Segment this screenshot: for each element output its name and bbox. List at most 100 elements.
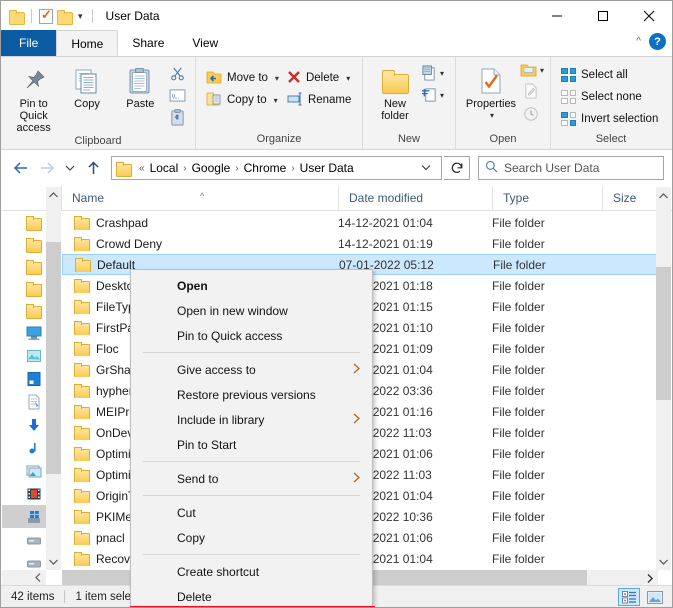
context-menu-item-delete[interactable]: Delete xyxy=(131,584,372,607)
context-menu-item-cut[interactable]: Cut xyxy=(131,500,372,525)
address-dropdown-icon[interactable] xyxy=(415,163,437,173)
tab-file[interactable]: File xyxy=(1,30,57,56)
nav-item-folder-4[interactable] xyxy=(2,277,46,299)
table-row[interactable]: Crashpad 14-12-2021 01:04 File folder xyxy=(62,212,658,233)
breadcrumb-item-chrome[interactable]: Chrome xyxy=(243,161,288,175)
chevron-down-icon[interactable]: ▾ xyxy=(275,74,279,83)
file-list-scrollbar[interactable] xyxy=(656,187,671,570)
nav-item-folder-5[interactable] xyxy=(2,299,46,321)
chevron-down-icon[interactable]: ▾ xyxy=(440,91,444,100)
refresh-button[interactable] xyxy=(444,156,470,180)
context-menu-item-give-access-to[interactable]: Give access to xyxy=(131,357,372,382)
select-all-button[interactable]: Select all xyxy=(557,64,665,86)
nav-scroll-up-icon[interactable] xyxy=(46,187,61,203)
scroll-thumb[interactable] xyxy=(656,267,671,400)
chevron-down-icon[interactable]: ▾ xyxy=(76,11,85,21)
nav-item-music[interactable] xyxy=(2,436,46,459)
context-menu[interactable]: Open Open in new window Pin to Quick acces… xyxy=(130,269,375,607)
context-menu-item-restore-previous-versions[interactable]: Restore previous versions xyxy=(131,382,372,407)
tab-home[interactable]: Home xyxy=(56,30,119,56)
nav-item-videos[interactable] xyxy=(2,482,46,505)
select-none-button[interactable]: Select none xyxy=(557,86,665,108)
breadcrumb-item-user-data[interactable]: User Data xyxy=(299,161,355,175)
context-menu-item-open-in-new-window[interactable]: Open in new window xyxy=(131,298,372,323)
delete-button[interactable]: Delete ▾ xyxy=(283,67,356,89)
column-header-date[interactable]: Date modified xyxy=(339,186,493,211)
new-folder-button[interactable]: New folder xyxy=(369,61,421,122)
context-menu-item-create-shortcut[interactable]: Create shortcut xyxy=(131,559,372,584)
nav-scroll-down-icon[interactable] xyxy=(46,554,61,570)
nav-item-pictures-2[interactable] xyxy=(2,459,46,482)
open-button[interactable]: ▾ xyxy=(520,63,544,78)
details-view-button[interactable] xyxy=(618,588,640,606)
nav-item-downloads[interactable] xyxy=(2,413,46,436)
chevron-right-icon[interactable]: › xyxy=(180,163,189,174)
context-menu-item-pin-to-quick-access[interactable]: Pin to Quick access xyxy=(131,323,372,348)
address-input[interactable]: « Local › Google › Chrome › User Data xyxy=(111,156,442,180)
large-icons-view-button[interactable] xyxy=(644,588,666,606)
copy-path-button[interactable]: \\.. xyxy=(167,85,189,106)
nav-item-drive-1[interactable] xyxy=(2,528,46,551)
folder-icon[interactable] xyxy=(9,9,25,25)
context-menu-item-include-in-library[interactable]: Include in library xyxy=(131,407,372,432)
tab-share[interactable]: Share xyxy=(118,30,178,56)
move-to-button[interactable]: Move to ▾ xyxy=(202,67,283,89)
nav-pane-scrollbar[interactable] xyxy=(46,187,61,570)
new-folder-icon[interactable] xyxy=(57,9,73,25)
properties-button[interactable]: Properties ▾ xyxy=(462,61,520,122)
pin-to-quick-access-button[interactable]: Pin to Quick access xyxy=(7,61,60,134)
chevron-right-icon[interactable]: › xyxy=(232,163,241,174)
maximize-button[interactable] xyxy=(580,1,626,31)
context-menu-item-send-to[interactable]: Send to xyxy=(131,466,372,491)
up-button[interactable] xyxy=(81,156,105,180)
nav-item-drive-2[interactable] xyxy=(2,551,46,570)
context-menu-item-copy[interactable]: Copy xyxy=(131,525,372,550)
nav-scroll-thumb[interactable] xyxy=(46,242,61,474)
paste-shortcut-button[interactable] xyxy=(167,107,189,128)
breadcrumb-overflow[interactable]: « xyxy=(136,163,148,174)
scroll-up-icon[interactable] xyxy=(656,187,671,204)
close-button[interactable] xyxy=(626,1,672,31)
copy-to-button[interactable]: Copy to ▾ xyxy=(202,89,283,111)
column-header-size[interactable]: Size xyxy=(603,186,657,211)
collapse-ribbon-icon[interactable]: ^ xyxy=(636,36,641,47)
context-menu-item-open[interactable]: Open xyxy=(131,273,372,298)
easy-access-button[interactable]: ▾ xyxy=(421,87,444,103)
nav-item-documents[interactable] xyxy=(2,390,46,413)
table-row[interactable]: Crowd Deny 14-12-2021 01:19 File folder xyxy=(62,233,658,254)
search-input[interactable]: Search User Data xyxy=(478,156,664,180)
back-button[interactable] xyxy=(9,156,33,180)
tab-view[interactable]: View xyxy=(178,30,232,56)
context-menu-item-pin-to-start[interactable]: Pin to Start xyxy=(131,432,372,457)
nav-item-folder-2[interactable] xyxy=(2,233,46,255)
rename-button[interactable]: Rename xyxy=(283,89,356,111)
nav-item-folder-3[interactable] xyxy=(2,255,46,277)
nav-item-windows-drive[interactable] xyxy=(2,505,46,528)
help-icon[interactable]: ? xyxy=(649,33,666,50)
forward-button[interactable] xyxy=(35,156,59,180)
chevron-down-icon[interactable]: ▾ xyxy=(540,66,544,75)
copy-button[interactable]: Copy xyxy=(60,61,113,110)
nav-pane-hscrollbar[interactable] xyxy=(2,570,46,586)
cut-button[interactable] xyxy=(167,63,189,84)
chevron-right-icon[interactable]: › xyxy=(288,163,297,174)
chevron-down-icon[interactable]: ▾ xyxy=(490,110,494,122)
nav-item-desktop[interactable] xyxy=(2,367,46,390)
paste-button[interactable]: Paste xyxy=(114,61,167,110)
column-header-type[interactable]: Type xyxy=(493,186,603,211)
hscroll-right-icon[interactable] xyxy=(642,570,658,586)
nav-item-folder-1[interactable] xyxy=(2,211,46,233)
nav-item-this-pc[interactable] xyxy=(2,321,46,344)
breadcrumb-item-local[interactable]: Local xyxy=(149,161,180,175)
breadcrumb-item-google[interactable]: Google xyxy=(191,161,232,175)
recent-locations-button[interactable] xyxy=(61,156,79,180)
minimize-button[interactable] xyxy=(534,1,580,31)
chevron-down-icon[interactable]: ▾ xyxy=(346,74,350,83)
chevron-down-icon[interactable]: ▾ xyxy=(274,96,278,105)
nav-item-pictures[interactable] xyxy=(2,344,46,367)
scroll-down-icon[interactable] xyxy=(656,553,671,570)
hscroll-left-icon[interactable] xyxy=(30,572,46,584)
invert-selection-button[interactable]: Invert selection xyxy=(557,108,665,130)
properties-icon[interactable] xyxy=(39,7,53,24)
column-header-name[interactable]: ^ Name xyxy=(62,186,339,211)
